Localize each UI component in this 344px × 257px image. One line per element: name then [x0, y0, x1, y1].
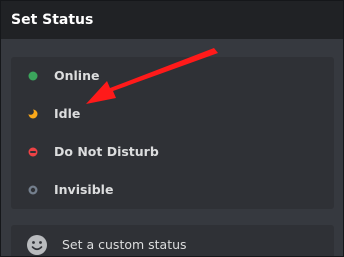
custom-status-button[interactable]: Set a custom status	[11, 225, 334, 256]
custom-status-label: Set a custom status	[62, 237, 187, 252]
status-option-label: Idle	[54, 106, 81, 121]
status-options-panel: Online Idle Do Not Disturb Invisible	[11, 57, 334, 209]
online-dot-icon	[28, 71, 38, 81]
status-option-label: Online	[54, 68, 100, 83]
smiley-face-icon	[27, 235, 47, 255]
invisible-ring-icon	[28, 185, 38, 195]
page-title: Set Status	[11, 12, 94, 28]
status-option-label: Do Not Disturb	[54, 144, 159, 159]
status-option-idle[interactable]: Idle	[11, 95, 334, 133]
status-option-label: Invisible	[54, 182, 114, 197]
set-status-window: Set Status Online Idle Do Not Disturb In…	[0, 0, 344, 257]
header-bar: Set Status	[1, 1, 343, 39]
do-not-disturb-icon	[28, 147, 38, 157]
status-option-do-not-disturb[interactable]: Do Not Disturb	[11, 133, 334, 171]
idle-moon-icon	[28, 109, 38, 119]
status-option-online[interactable]: Online	[11, 57, 334, 95]
status-option-invisible[interactable]: Invisible	[11, 171, 334, 209]
